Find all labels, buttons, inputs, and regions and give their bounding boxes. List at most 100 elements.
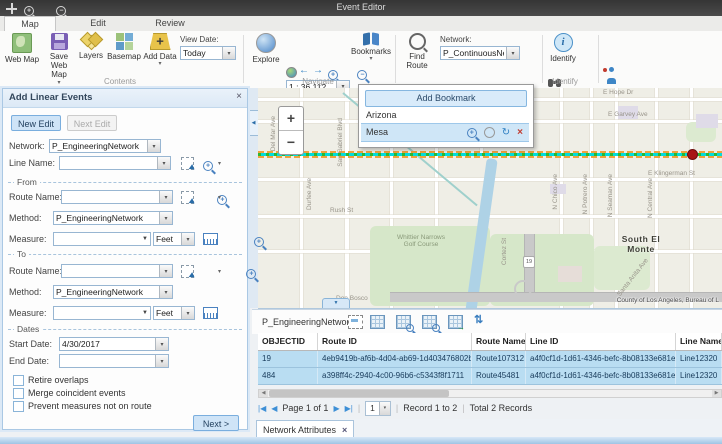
to-method-input[interactable] [54,286,159,298]
building-block [558,266,582,282]
scroll-left-arrow[interactable]: ◀ [259,390,268,397]
add-bookmark-button[interactable]: Add Bookmark [365,90,527,107]
line-name-input[interactable] [60,157,157,169]
street-label: N Chico Ave [552,174,559,210]
layers-icon [81,33,101,49]
end-date-input[interactable] [60,355,155,367]
zoom-to-selected-icon[interactable] [396,315,411,329]
measure-picker-icon[interactable] [203,307,218,319]
to-measure-input-wrap: ▼ [53,306,151,320]
dropdown-button[interactable]: ▾ [159,191,172,203]
table-row[interactable]: 484 a398ff4c-2940-4c00-96b6-c5343f8f1711… [258,368,722,385]
tab-review[interactable]: Review [140,16,200,31]
to-unit-input[interactable] [154,307,181,319]
basemap-button[interactable]: Basemap [106,33,142,61]
find-route-button[interactable]: Find Route [400,33,434,70]
close-icon[interactable]: × [236,91,242,102]
previous-extent-icon[interactable]: ← [299,66,309,76]
first-page-button[interactable]: |◀ [258,404,266,413]
layers-button[interactable]: Layers [76,33,106,60]
show-selection-icon[interactable] [348,315,363,329]
tab-network-attributes[interactable]: Network Attributes × [256,420,354,438]
dropdown-button[interactable]: ▾ [147,140,160,152]
web-map-button[interactable]: Web Map [2,33,42,64]
bookmarks-button[interactable]: Bookmarks ▾ [352,33,390,62]
collapse-table-arrow[interactable]: ▼ [322,298,350,308]
previous-page-button[interactable]: ◀ [271,404,277,413]
map-zoom-in-button[interactable]: + [279,107,303,131]
scroll-right-arrow[interactable]: ▶ [712,390,721,397]
refresh-bookmark-icon[interactable]: ↻ [502,128,510,138]
chevron-down-icon[interactable]: ▼ [142,310,150,316]
zoom-to-icon[interactable]: + [203,161,213,171]
ribbon-network-input[interactable] [441,47,506,59]
switch-table-icon[interactable]: → [448,315,463,329]
dropdown-button[interactable]: ▾ [159,212,172,224]
zoom-to-bookmark-icon[interactable]: + [467,128,477,138]
from-unit-input[interactable] [154,233,181,245]
dropdown-button[interactable]: ▾ [159,265,172,277]
tab-edit[interactable]: Edit [72,16,124,31]
column-header[interactable]: Route ID [318,333,472,350]
dropdown-button[interactable]: ▾ [159,286,172,298]
bookmark-item-mesa[interactable]: Mesa + ↻ × [361,123,529,142]
zoom-icon[interactable]: + [254,237,264,247]
delete-bookmark-icon[interactable]: × [517,128,523,138]
dropdown-button[interactable]: ▾ [181,233,194,245]
dropdown-button[interactable]: ▾ [157,157,170,169]
column-header[interactable]: Route Name [472,333,526,350]
column-header[interactable]: Line ID [526,333,676,350]
new-edit-button[interactable]: New Edit [11,115,61,131]
close-tab-icon[interactable]: × [342,422,347,438]
chevron-down-icon[interactable]: ▼ [142,236,150,242]
identify-button[interactable]: Identify [546,33,580,63]
next-page-button[interactable]: ▶ [333,404,339,413]
last-page-button[interactable]: ▶| [345,404,353,413]
dropdown-button[interactable]: ▾ [379,402,390,415]
pan-to-selected-icon[interactable] [422,315,437,329]
zoom-to-icon[interactable]: + [246,269,256,279]
prevent-measures-checkbox[interactable] [13,401,24,412]
scrollbar-thumb[interactable] [269,390,449,397]
explore-button[interactable]: Explore [248,33,284,64]
pan-to-bookmark-icon[interactable] [484,127,495,138]
from-method-input[interactable] [54,212,159,224]
from-route-name-input[interactable] [62,191,159,203]
view-date-input[interactable] [181,47,222,59]
column-header[interactable]: OBJECTID [258,333,318,350]
dropdown-button[interactable]: ▾ [222,47,235,59]
select-on-map-icon[interactable] [181,191,194,204]
next-edit-button[interactable]: Next Edit [67,115,117,131]
measure-picker-icon[interactable] [203,233,218,245]
select-on-map-icon[interactable] [181,265,194,278]
dropdown-button[interactable]: ▾ [181,307,194,319]
dropdown-button[interactable]: ▾ [155,355,168,367]
add-data-button[interactable]: Add Data ▾ [142,33,178,67]
attribute-grid-icon[interactable] [370,315,385,329]
route-point-marker[interactable] [687,149,698,160]
table-horizontal-scrollbar[interactable]: ◀ ▶ [258,389,722,398]
sort-icon[interactable]: ⇅ [474,314,483,327]
title-bar: + − Event Editor [0,0,722,16]
tab-map[interactable]: Map [4,16,56,31]
dropdown-button[interactable]: ▾ [506,47,519,59]
map-zoom-out-button[interactable]: − [279,131,303,154]
merge-coincident-checkbox[interactable] [13,388,24,399]
records-per-page-select[interactable]: 1 ▾ [365,401,391,416]
next-extent-icon[interactable]: → [313,66,323,76]
retire-overlaps-checkbox[interactable] [13,375,24,386]
dropdown-button[interactable]: ▾ [155,338,168,350]
chevron-down-icon[interactable]: ▾ [218,161,221,167]
next-button[interactable]: Next > [193,415,239,431]
network-input[interactable] [50,140,147,152]
to-measure-input[interactable] [54,307,142,319]
select-on-map-icon[interactable] [181,157,194,170]
to-route-name-input[interactable] [62,265,159,277]
chevron-down-icon[interactable]: ▾ [218,269,221,275]
from-measure-input[interactable] [54,233,142,245]
column-header[interactable]: Line Name [676,333,722,350]
bookmark-item-arizona[interactable]: Arizona [361,107,529,123]
start-date-input[interactable] [60,338,155,350]
chevron-down-icon[interactable]: ▾ [218,195,221,201]
table-row[interactable]: 19 4eb9419b-af6b-4d04-ab69-1d403476802b … [258,351,722,368]
